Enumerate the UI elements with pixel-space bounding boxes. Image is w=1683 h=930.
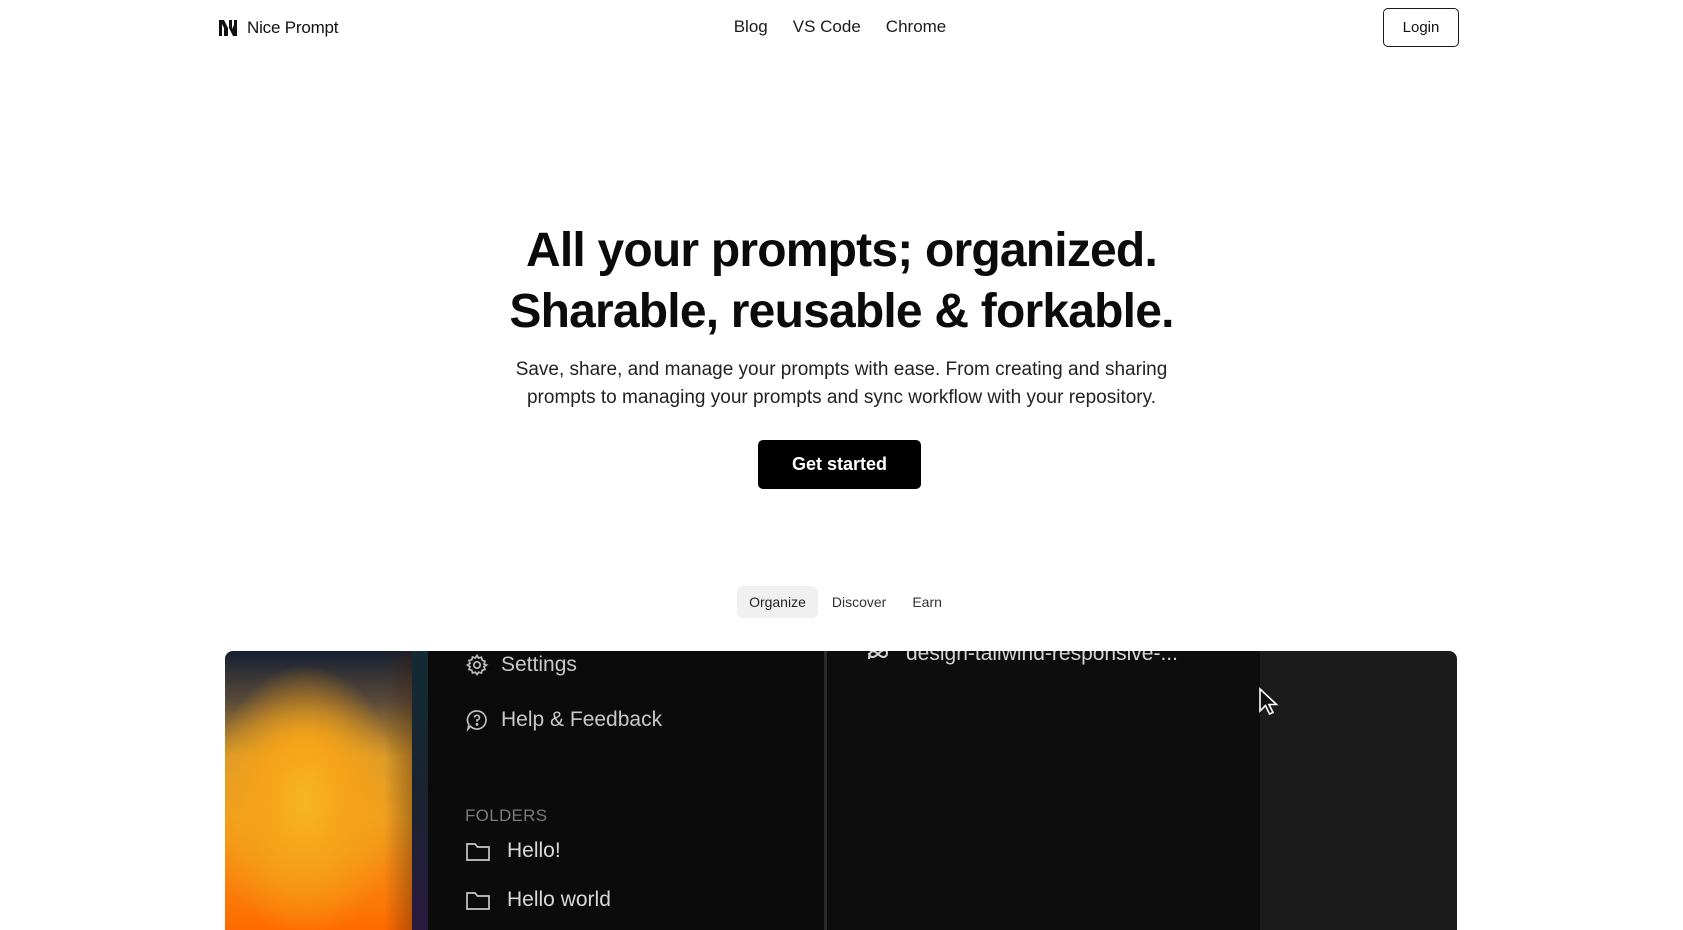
gradient-wallpaper	[225, 651, 412, 930]
help-bubble-icon	[466, 710, 487, 732]
sidebar-item-label: Help & Feedback	[501, 708, 663, 731]
feature-tabs: Organize Discover Earn	[0, 586, 1683, 618]
folder-name: Hello!	[507, 839, 561, 862]
folder-item-hello-world[interactable]: Hello world	[465, 888, 611, 912]
hero-subtitle-line-2: prompts to managing your prompts and syn…	[526, 387, 1157, 408]
wallpaper-edge	[412, 651, 428, 930]
mouse-cursor-icon	[1259, 687, 1279, 716]
folder-item-hello[interactable]: Hello!	[465, 839, 561, 863]
sidebar-item-settings[interactable]: Settings	[465, 653, 577, 677]
login-button[interactable]: Login	[1383, 8, 1459, 47]
nav-link-vs-code[interactable]: VS Code	[793, 17, 861, 37]
nav-link-blog[interactable]: Blog	[734, 17, 768, 37]
hero-subtitle: Save, share, and manage your prompts wit…	[472, 356, 1212, 412]
hero-section: All your prompts; organized. Sharable, r…	[0, 220, 1683, 412]
folder-icon	[466, 843, 490, 861]
tab-organize[interactable]: Organize	[737, 586, 818, 618]
prompt-title: design-tailwind-responsive-...	[906, 651, 1178, 665]
nav-link-chrome[interactable]: Chrome	[886, 17, 946, 37]
demo-sidebar: Settings Help & Feedback FOLDERS Hello! …	[428, 651, 824, 930]
folder-icon	[466, 892, 490, 910]
prompt-list-panel: design-tailwind-responsive-...	[827, 651, 1260, 930]
prompt-list-item[interactable]: design-tailwind-responsive-...	[866, 651, 1178, 666]
tab-discover[interactable]: Discover	[820, 586, 898, 618]
get-started-button[interactable]: Get started	[758, 440, 921, 489]
hero-subtitle-line-1: Save, share, and manage your prompts wit…	[515, 359, 1168, 380]
sidebar-item-label: Settings	[501, 653, 577, 676]
tab-earn[interactable]: Earn	[900, 586, 954, 618]
meta-infinity-icon	[868, 651, 889, 660]
sidebar-item-help-feedback[interactable]: Help & Feedback	[465, 708, 662, 732]
hero-title-line-1: All your prompts; organized.	[526, 224, 1158, 277]
app-demo-preview: Settings Help & Feedback FOLDERS Hello! …	[225, 651, 1457, 930]
folder-name: Hello world	[507, 888, 611, 911]
hero-title-line-2: Sharable, reusable & forkable.	[509, 285, 1174, 338]
hero-title: All your prompts; organized. Sharable, r…	[0, 220, 1683, 342]
folders-heading: FOLDERS	[465, 806, 548, 825]
gear-icon	[465, 653, 489, 676]
top-nav: Nice Prompt Blog VS Code Chrome Login	[0, 0, 1683, 60]
